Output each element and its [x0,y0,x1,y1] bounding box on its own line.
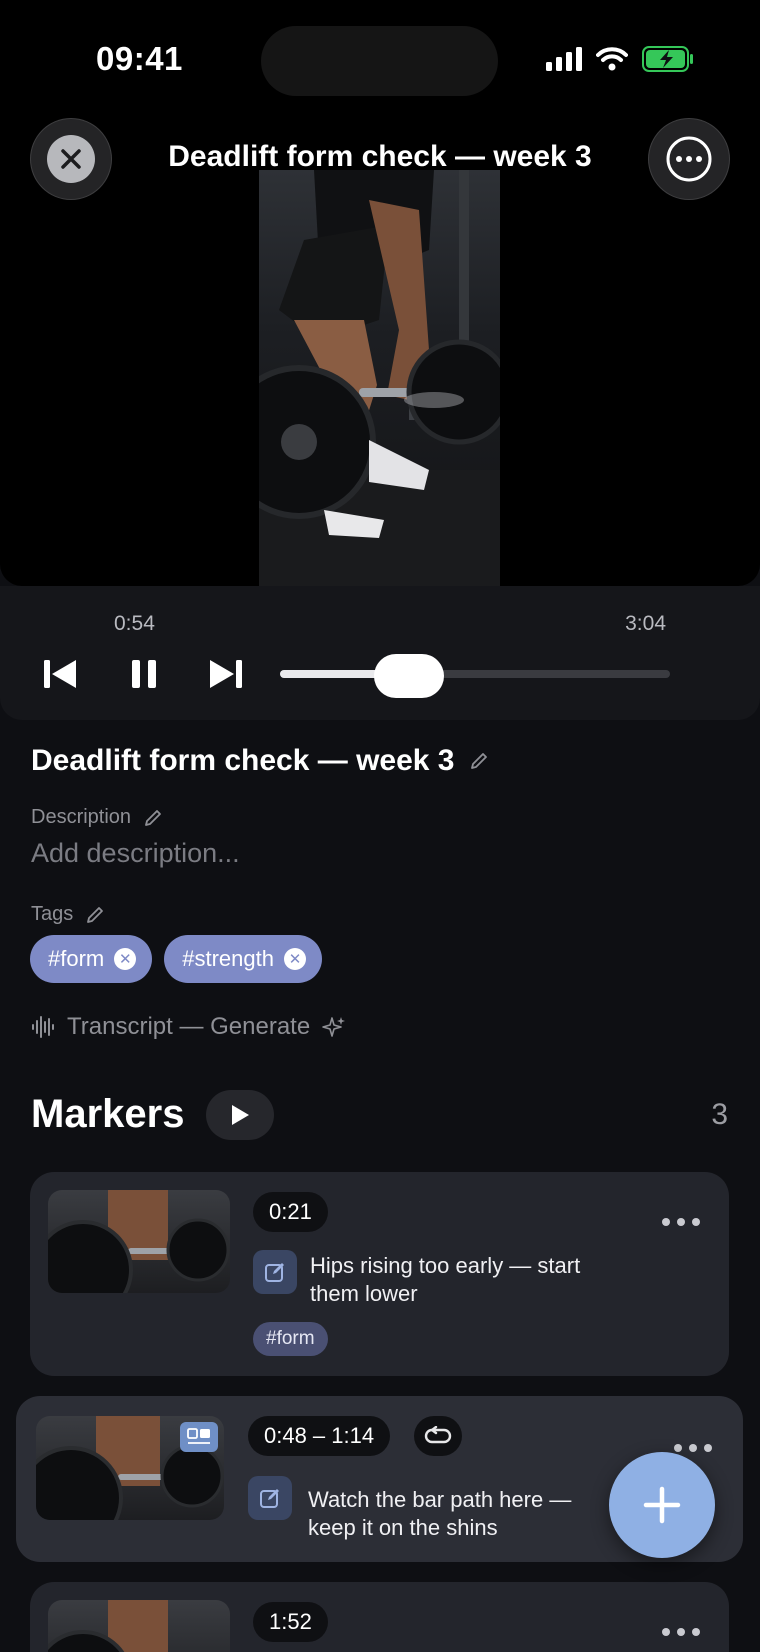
square-pencil-icon [260,1489,279,1508]
details-title: Deadlift form check — week 3 [31,744,455,777]
ellipsis-circle-icon [666,136,712,182]
tags-label-row[interactable]: Tags [31,903,105,926]
playback-controls: 0:54 3:04 [0,586,760,720]
skip-forward-icon[interactable] [208,656,244,692]
play-icon [232,1105,249,1125]
loop-icon [424,1426,452,1444]
signal-icon [546,47,582,71]
square-pencil-icon [265,1263,284,1282]
tags-list: #form ✕ #strength ✕ [30,935,322,983]
description-label-row[interactable]: Description [31,806,163,829]
sparkles-icon [322,1017,346,1037]
scrubber-thumb[interactable] [373,654,444,698]
scrubber-track[interactable] [280,670,670,678]
add-marker-button[interactable] [609,1452,715,1558]
tag-label: #form [48,946,105,971]
marker-more-button[interactable] [662,1628,700,1636]
total-time: 3:04 [625,612,666,635]
tag-chip[interactable]: #form ✕ [30,935,153,983]
marker-time[interactable]: 0:21 [253,1192,328,1232]
video-frame[interactable] [259,170,500,586]
note-edit-icon[interactable] [253,1250,297,1294]
more-options-button[interactable] [648,118,730,200]
dynamic-island [261,26,498,96]
waveform-icon [32,1016,54,1038]
marker-card[interactable]: 1:52 [30,1582,729,1652]
marker-note[interactable]: Hips rising too early — start them lower [310,1252,580,1308]
tag-chip[interactable]: #strength ✕ [164,935,322,983]
plus-icon [643,1486,681,1524]
play-markers-button[interactable] [206,1090,274,1140]
marker-more-button[interactable] [662,1218,700,1226]
wifi-icon [596,47,628,71]
video-still-image [259,170,500,586]
marker-thumbnail-image [48,1600,168,1652]
pencil-icon[interactable] [143,808,163,828]
battery-icon [642,46,693,72]
markers-count: 3 [711,1098,728,1131]
marker-time[interactable]: 1:52 [253,1602,328,1642]
transcript-generate-button[interactable]: Transcript — Generate [31,1013,346,1041]
transcript-label: Transcript — Generate [67,1013,311,1040]
status-icons [546,46,694,72]
pause-icon[interactable] [128,656,160,692]
tag-label: #strength [182,946,274,971]
marker-tag[interactable]: #form [253,1322,328,1356]
status-time: 09:41 [96,40,183,77]
details-title-row[interactable]: Deadlift form check — week 3 [31,744,489,778]
description-placeholder[interactable]: Add description... [31,838,240,869]
marker-thumbnail [36,1416,224,1520]
tags-label: Tags [31,903,74,925]
note-edit-icon[interactable] [248,1476,292,1520]
pencil-icon[interactable] [469,751,489,771]
description-label: Description [31,806,132,828]
marker-thumbnail [48,1600,230,1652]
marker-time-range[interactable]: 0:48 – 1:14 [248,1416,391,1456]
clip-range-icon [180,1422,218,1452]
video-title: Deadlift form check — week 3 [168,140,592,173]
remove-tag-icon[interactable]: ✕ [114,948,137,970]
markers-heading: Markers [31,1092,185,1136]
marker-thumbnail-image [48,1190,230,1293]
marker-note[interactable]: Watch the bar path here — keep it on the… [308,1486,571,1542]
current-time: 0:54 [114,612,155,635]
remove-tag-icon[interactable]: ✕ [283,948,306,970]
marker-thumbnail [48,1190,230,1293]
skip-back-icon[interactable] [42,656,78,692]
marker-card[interactable]: 0:21 Hips rising too early — start them … [30,1172,729,1376]
marker-more-button[interactable] [674,1444,712,1452]
loop-button[interactable] [414,1416,462,1456]
pencil-icon[interactable] [85,905,105,925]
